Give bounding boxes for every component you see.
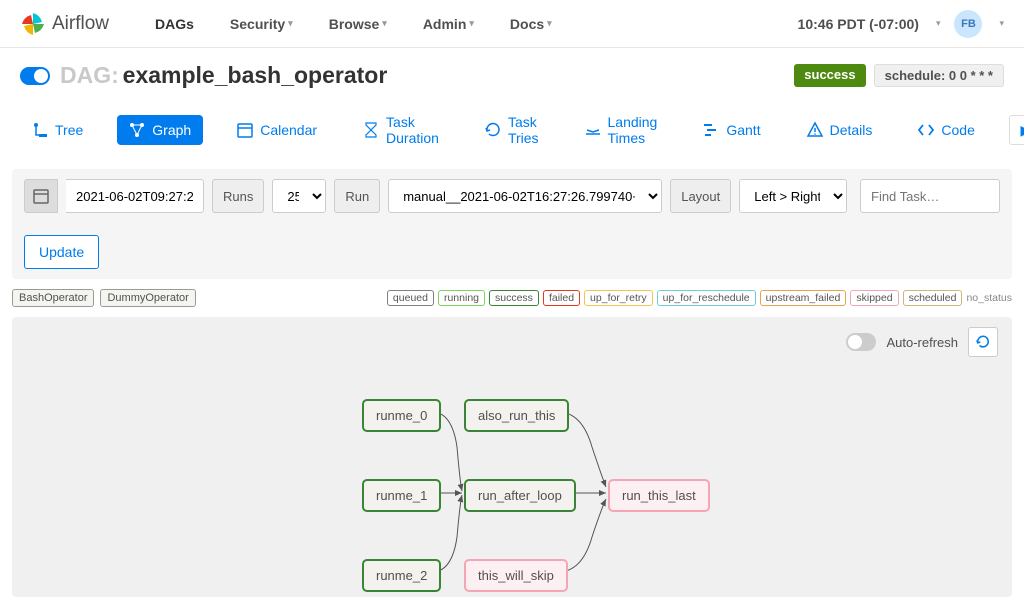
- hourglass-icon: [363, 122, 379, 138]
- clock: 10:46 PDT (-07:00): [798, 16, 919, 32]
- tab-calendar[interactable]: Calendar: [225, 115, 329, 145]
- dag-header: DAG: example_bash_operator success sched…: [0, 48, 1024, 95]
- status-queued[interactable]: queued: [387, 290, 434, 306]
- nav-admin[interactable]: Admin▾: [405, 0, 492, 48]
- tab-gantt[interactable]: Gantt: [691, 115, 772, 145]
- run-select[interactable]: manual__2021-06-02T16:27:26.799740+00:00: [388, 179, 662, 213]
- task-node-run-after-loop[interactable]: run_after_loop: [464, 479, 576, 512]
- graph-canvas[interactable]: Auto-refresh runme_0 runme_1 runme_2 als…: [12, 317, 1012, 597]
- graph-icon: [129, 122, 145, 138]
- graph-edges: [12, 317, 1012, 597]
- tab-landing-times[interactable]: Landing Times: [573, 107, 670, 153]
- layout-label: Layout: [670, 179, 731, 213]
- runs-select[interactable]: 25: [272, 179, 326, 213]
- update-button[interactable]: Update: [24, 235, 99, 269]
- runs-label: Runs: [212, 179, 264, 213]
- nav-dags[interactable]: DAGs: [137, 0, 212, 48]
- dag-prefix: DAG:: [60, 62, 119, 89]
- nav-browse[interactable]: Browse▾: [311, 0, 405, 48]
- task-node-also-run-this[interactable]: also_run_this: [464, 399, 569, 432]
- nav-items: DAGs Security▾ Browse▾ Admin▾ Docs▾: [137, 0, 570, 48]
- logo-text: Airflow: [52, 13, 109, 35]
- details-icon: [807, 122, 823, 138]
- task-node-runme-1[interactable]: runme_1: [362, 479, 441, 512]
- tab-tree[interactable]: Tree: [20, 115, 95, 145]
- calendar-icon: [237, 122, 253, 138]
- operator-bash[interactable]: BashOperator: [12, 289, 94, 307]
- retry-icon: [485, 122, 501, 138]
- tab-task-duration[interactable]: Task Duration: [351, 107, 451, 153]
- task-node-runme-0[interactable]: runme_0: [362, 399, 441, 432]
- calendar-icon: [24, 179, 58, 213]
- status-badge: success: [794, 64, 865, 87]
- schedule-badge: schedule: 0 0 * * *: [874, 64, 1004, 87]
- base-date-input[interactable]: [66, 179, 204, 213]
- tree-icon: [32, 122, 48, 138]
- tab-details[interactable]: Details: [795, 115, 885, 145]
- landing-icon: [585, 122, 601, 138]
- view-tabs: Tree Graph Calendar Task Duration Task T…: [0, 95, 1024, 169]
- run-controls: Runs 25 Run manual__2021-06-02T16:27:26.…: [12, 169, 1012, 279]
- task-node-run-this-last[interactable]: run_this_last: [608, 479, 710, 512]
- status-scheduled[interactable]: scheduled: [903, 290, 963, 306]
- run-label: Run: [334, 179, 380, 213]
- nav-security[interactable]: Security▾: [212, 0, 311, 48]
- status-up_for_retry[interactable]: up_for_retry: [584, 290, 653, 306]
- user-avatar[interactable]: FB: [954, 10, 982, 38]
- status-up_for_reschedule[interactable]: up_for_reschedule: [657, 290, 756, 306]
- tab-code[interactable]: Code: [906, 115, 986, 145]
- status-skipped[interactable]: skipped: [850, 290, 898, 306]
- layout-select[interactable]: Left > Right: [739, 179, 847, 213]
- tab-task-tries[interactable]: Task Tries: [473, 107, 551, 153]
- trigger-dag-button[interactable]: ▶: [1009, 115, 1024, 145]
- dag-enable-toggle[interactable]: [20, 67, 50, 85]
- nav-docs[interactable]: Docs▾: [492, 0, 570, 48]
- tab-graph[interactable]: Graph: [117, 115, 203, 145]
- status-none: no_status: [966, 292, 1012, 304]
- dag-title: example_bash_operator: [123, 62, 388, 89]
- top-nav: Airflow DAGs Security▾ Browse▾ Admin▾ Do…: [0, 0, 1024, 48]
- legends: BashOperator DummyOperator queuedrunning…: [0, 279, 1024, 317]
- code-icon: [918, 122, 934, 138]
- logo[interactable]: Airflow: [20, 11, 109, 37]
- status-failed[interactable]: failed: [543, 290, 580, 306]
- gantt-icon: [703, 122, 719, 138]
- operator-dummy[interactable]: DummyOperator: [100, 289, 195, 307]
- status-success[interactable]: success: [489, 290, 539, 306]
- status-running[interactable]: running: [438, 290, 485, 306]
- find-task-input[interactable]: [860, 179, 1000, 213]
- pinwheel-icon: [20, 11, 46, 37]
- status-upstream_failed[interactable]: upstream_failed: [760, 290, 847, 306]
